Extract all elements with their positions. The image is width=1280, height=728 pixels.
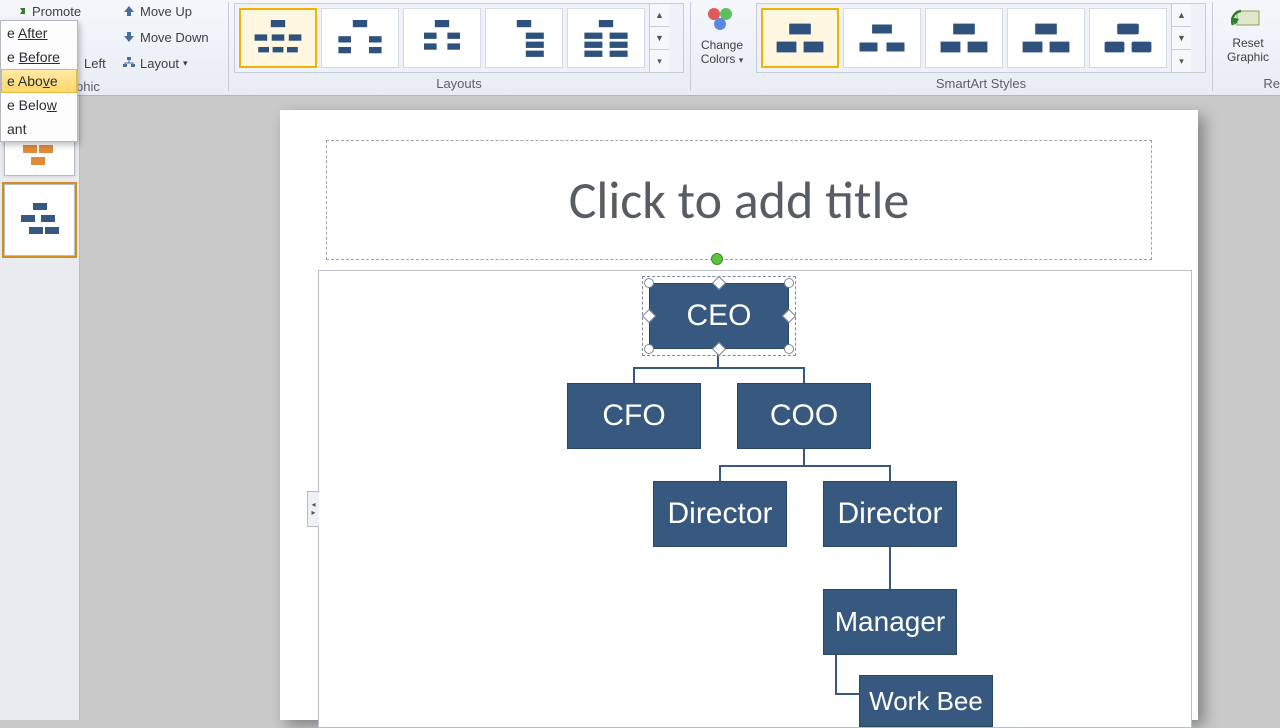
text-pane-toggle[interactable]: ◂▸ — [307, 491, 319, 527]
style-thumb-4[interactable] — [1007, 8, 1085, 68]
right-to-left-button[interactable]: Left — [78, 52, 112, 74]
ribbon: Promote Move Up Move Down Left Layout ▾ … — [0, 0, 1280, 96]
promote-button[interactable]: Promote — [8, 0, 87, 22]
layouts-gallery: ▲ ▼ ▾ — [234, 3, 684, 73]
connector — [803, 367, 805, 383]
reset-icon — [1218, 5, 1278, 34]
gallery-more-button[interactable]: ▾ — [1172, 50, 1191, 72]
change-colors-button[interactable]: Change Colors ▾ — [694, 2, 750, 74]
ribbon-divider — [690, 2, 691, 91]
layouts-gallery-scroll: ▲ ▼ ▾ — [649, 4, 669, 72]
connector — [889, 547, 891, 589]
org-chart: CEO CFO COO Director D — [319, 271, 1191, 727]
layout-thumb-4[interactable] — [485, 8, 563, 68]
slide-canvas[interactable]: Click to add title ◂▸ — [280, 110, 1198, 720]
add-shape-after-item[interactable]: e After — [1, 21, 77, 45]
gallery-scroll-down[interactable]: ▼ — [650, 27, 669, 50]
connector — [633, 367, 635, 383]
chevron-down-icon: ▾ — [739, 55, 744, 65]
org-node-cfo[interactable]: CFO — [567, 383, 701, 449]
title-placeholder[interactable]: Click to add title — [326, 140, 1152, 260]
layouts-group-label: Layouts — [234, 76, 684, 91]
styles-gallery-scroll: ▲ ▼ ▾ — [1171, 4, 1191, 72]
chevron-down-icon: ▾ — [183, 58, 188, 69]
org-node-workbee[interactable]: Work Bee — [859, 675, 993, 727]
gallery-scroll-up[interactable]: ▲ — [1172, 4, 1191, 27]
ribbon-divider — [1212, 2, 1213, 91]
slide-thumbnail-2[interactable] — [4, 184, 75, 256]
layout-thumb-3[interactable] — [403, 8, 481, 68]
workspace: Click to add title ◂▸ — [80, 96, 1280, 720]
move-down-button[interactable]: Move Down — [116, 26, 215, 48]
rotation-handle[interactable] — [711, 253, 723, 265]
connector — [889, 465, 891, 481]
layout-thumb-2[interactable] — [321, 8, 399, 68]
slide-thumbnails-panel — [0, 96, 80, 720]
org-node-director-2[interactable]: Director — [823, 481, 957, 547]
add-shape-before-item[interactable]: e Before — [1, 45, 77, 69]
add-shape-above-item[interactable]: e Above — [1, 69, 77, 93]
smartart-styles-gallery: ▲ ▼ ▾ — [756, 3, 1206, 73]
arrow-up-icon — [122, 4, 136, 18]
org-node-manager[interactable]: Manager — [823, 589, 957, 655]
create-graphic-group-label: phic — [76, 79, 100, 94]
add-assistant-item[interactable]: ant — [1, 117, 77, 141]
ribbon-divider — [228, 2, 229, 91]
layout-icon — [122, 56, 136, 70]
smartart-frame[interactable]: ◂▸ — [318, 270, 1192, 728]
reset-graphic-button[interactable]: Reset Graphic — [1218, 2, 1278, 74]
arrow-down-icon — [122, 30, 136, 44]
layout-dropdown[interactable]: Layout ▾ — [116, 52, 194, 74]
org-node-director-1[interactable]: Director — [653, 481, 787, 547]
promote-icon — [14, 4, 28, 18]
gallery-more-button[interactable]: ▾ — [650, 50, 669, 72]
connector — [633, 367, 805, 369]
gallery-scroll-down[interactable]: ▼ — [1172, 27, 1191, 50]
gallery-scroll-up[interactable]: ▲ — [650, 4, 669, 27]
layout-thumb-5[interactable] — [567, 8, 645, 68]
add-shape-below-item[interactable]: e Below — [1, 93, 77, 117]
connector — [719, 465, 721, 481]
connector — [835, 655, 837, 695]
move-up-button[interactable]: Move Up — [116, 0, 198, 22]
style-thumb-2[interactable] — [843, 8, 921, 68]
styles-group-label: SmartArt Styles — [756, 76, 1206, 91]
change-colors-icon — [694, 5, 750, 36]
style-thumb-3[interactable] — [925, 8, 1003, 68]
add-shape-menu: e After e Before e Above e Below ant — [0, 20, 78, 142]
layout-thumb-1[interactable] — [239, 8, 317, 68]
style-thumb-1[interactable] — [761, 8, 839, 68]
style-thumb-5[interactable] — [1089, 8, 1167, 68]
connector — [719, 465, 891, 467]
reset-group-label: Re — [1263, 76, 1280, 91]
org-node-ceo[interactable]: CEO — [649, 283, 789, 349]
org-node-coo[interactable]: COO — [737, 383, 871, 449]
